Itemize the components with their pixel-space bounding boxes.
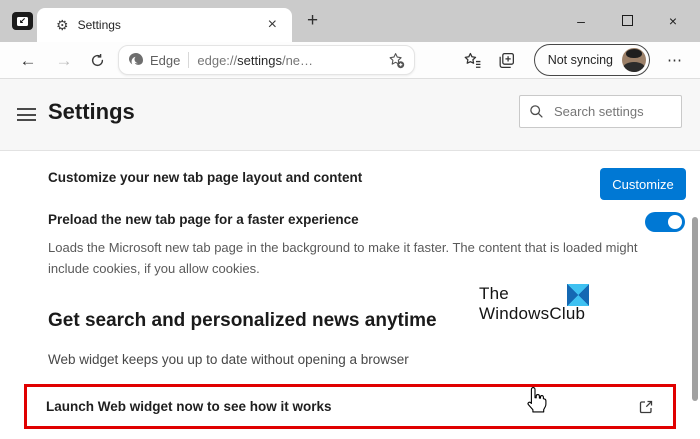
forward-button: →: [55, 50, 73, 70]
new-tab-button[interactable]: +: [301, 7, 324, 35]
close-window-button[interactable]: ×: [650, 14, 696, 28]
site-button-label: Edge: [150, 52, 181, 68]
favorites-button[interactable]: [456, 51, 490, 70]
tab-title: Settings: [77, 18, 121, 32]
gear-icon: ⚙: [56, 16, 69, 33]
window-controls: – ×: [558, 0, 696, 42]
add-favorite-button[interactable]: [387, 51, 405, 69]
toggle-knob: [668, 215, 682, 229]
open-external-icon: [639, 400, 653, 413]
settings-content: Customize your new tab page layout and c…: [0, 151, 700, 439]
close-tab-icon[interactable]: ×: [263, 17, 282, 33]
collections-icon: [499, 52, 515, 68]
search-input[interactable]: [552, 103, 672, 120]
url-text: edge://settings/ne…: [197, 53, 387, 68]
scrollbar-thumb[interactable]: [692, 217, 698, 401]
launch-row-label: Launch Web widget now to see how it work…: [46, 399, 332, 414]
search-icon: [530, 105, 543, 118]
profile-sync-button[interactable]: Not syncing: [533, 44, 650, 76]
profile-label: Not syncing: [547, 53, 613, 67]
maximize-icon: [621, 15, 633, 26]
settings-search-box[interactable]: [519, 95, 682, 128]
news-section-heading: Get search and personalized news anytime: [48, 310, 437, 331]
preload-description: Loads the Microsoft new tab page in the …: [48, 240, 638, 276]
url-host: settings: [237, 52, 282, 68]
settings-menu-button[interactable]: [17, 108, 36, 121]
watermark-line1: The: [479, 284, 509, 303]
title-bar: ↙ ⚙ Settings × + – ×: [0, 0, 700, 42]
address-divider: [188, 52, 190, 68]
minimize-button[interactable]: –: [558, 14, 604, 28]
refresh-icon: [91, 53, 103, 66]
browser-window: ↙ ⚙ Settings × + – × ← → Edge edge://set…: [0, 0, 700, 439]
customize-row-label: Customize your new tab page layout and c…: [48, 170, 363, 185]
windowsclub-watermark: The WindowsClub: [479, 284, 619, 324]
preload-row-label: Preload the new tab page for a faster ex…: [48, 212, 359, 227]
refresh-button[interactable]: [82, 53, 112, 68]
tab-actions-icon: ↙: [17, 16, 28, 26]
collections-button[interactable]: [490, 51, 524, 70]
star-plus-icon: [389, 53, 405, 69]
more-menu-button[interactable]: ⋯: [660, 51, 690, 69]
customize-button[interactable]: Customize: [600, 168, 686, 200]
page-title: Settings: [48, 99, 135, 124]
url-scheme: edge://: [197, 52, 238, 68]
avatar: [622, 48, 646, 72]
windowsclub-logo-icon: [567, 284, 589, 306]
back-button[interactable]: ←: [10, 52, 46, 69]
news-section-subtext: Web widget keeps you up to date without …: [48, 352, 409, 367]
site-info-chip[interactable]: Edge: [128, 52, 180, 68]
favorites-icon: [464, 52, 481, 68]
edge-logo-icon: [129, 53, 143, 65]
launch-web-widget-row[interactable]: Launch Web widget now to see how it work…: [24, 384, 676, 429]
settings-header: Settings: [0, 79, 700, 151]
maximize-button[interactable]: [604, 14, 650, 28]
preload-toggle[interactable]: [645, 212, 685, 232]
watermark-line2: WindowsClub: [479, 304, 586, 324]
tab-actions-menu-button[interactable]: ↙: [12, 12, 33, 30]
tab-settings[interactable]: ⚙ Settings ×: [37, 8, 292, 42]
address-bar[interactable]: Edge edge://settings/ne…: [118, 45, 415, 75]
browser-toolbar: ← → Edge edge://settings/ne… Not syncing…: [0, 42, 700, 79]
url-path: /ne…: [281, 52, 314, 68]
